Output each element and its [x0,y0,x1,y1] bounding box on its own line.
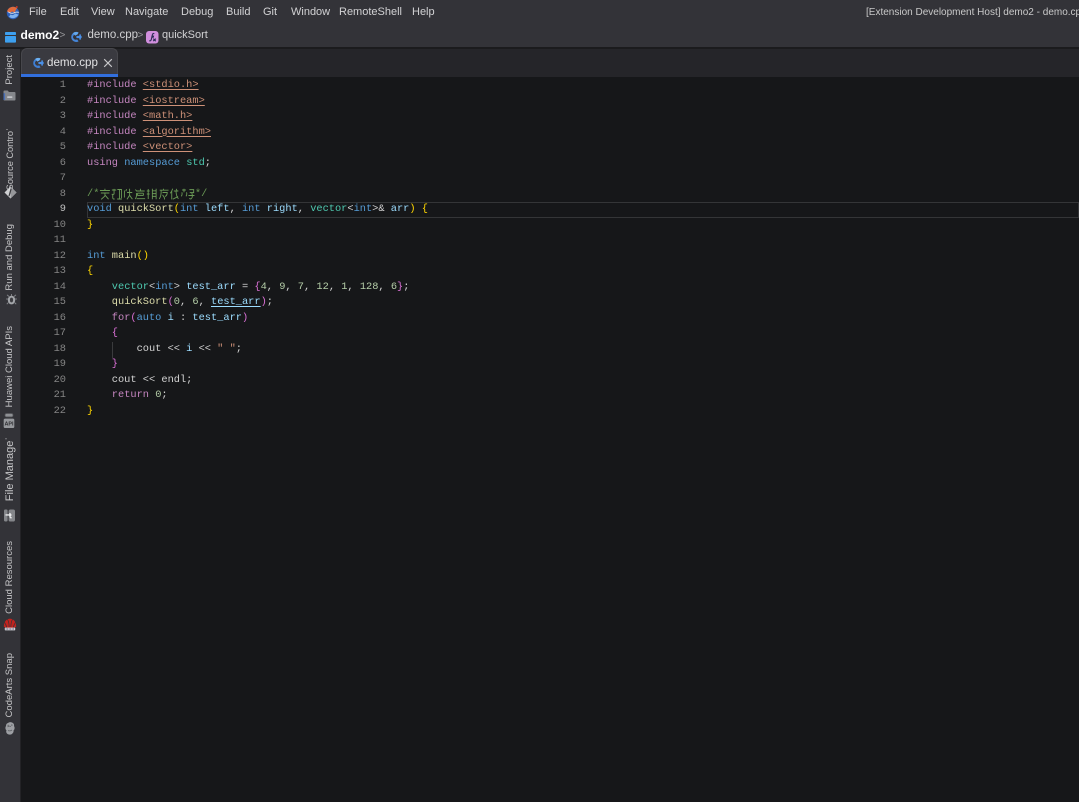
svg-text:API: API [5,421,14,427]
